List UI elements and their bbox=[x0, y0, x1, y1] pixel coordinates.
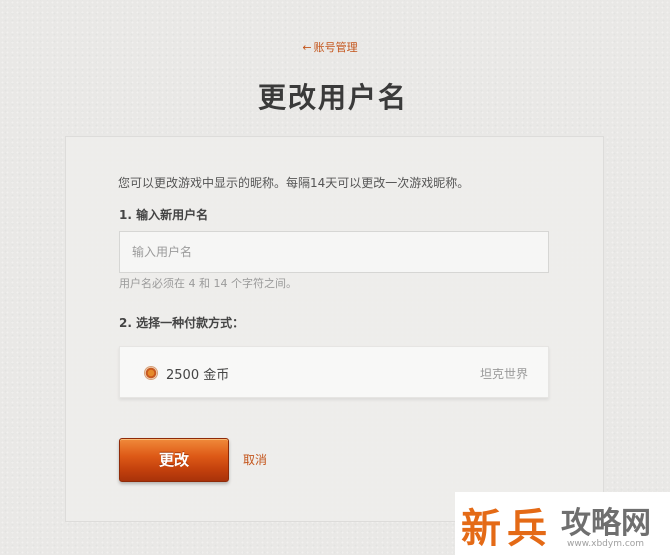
back-link-label: 账号管理 bbox=[313, 41, 358, 54]
step2-label: 2. 选择一种付款方式： bbox=[119, 316, 245, 330]
watermark-text: 攻略网 bbox=[561, 506, 651, 541]
submit-change-button[interactable]: 更改 bbox=[119, 438, 229, 482]
back-to-account-link[interactable]: ← 账号管理 bbox=[0, 39, 660, 55]
watermark-char-2: 兵 bbox=[507, 506, 547, 552]
payment-game-name: 坦克世界 bbox=[479, 367, 528, 381]
site-watermark: 新 兵 攻略网 www.xbdym.com bbox=[455, 492, 670, 555]
watermark-char-1: 新 bbox=[461, 506, 501, 552]
payment-option-gold[interactable]: 2500 金币 坦克世界 bbox=[119, 346, 549, 398]
arrow-left-icon: ← bbox=[302, 41, 312, 54]
watermark-url: www.xbdym.com bbox=[567, 539, 645, 549]
page-title: 更改用户名 bbox=[257, 81, 408, 114]
cancel-link[interactable]: 取消 bbox=[243, 451, 267, 468]
step1-label: 1. 输入新用户名 bbox=[119, 208, 209, 222]
username-hint: 用户名必须在 4 和 14 个字符之间。 bbox=[119, 277, 297, 290]
form-description: 您可以更改游戏中显示的昵称。每隔14天可以更改一次游戏昵称。 bbox=[118, 176, 470, 190]
payment-price: 2500 金币 bbox=[166, 368, 230, 383]
username-input[interactable] bbox=[119, 231, 549, 273]
gold-coin-icon bbox=[144, 366, 158, 380]
